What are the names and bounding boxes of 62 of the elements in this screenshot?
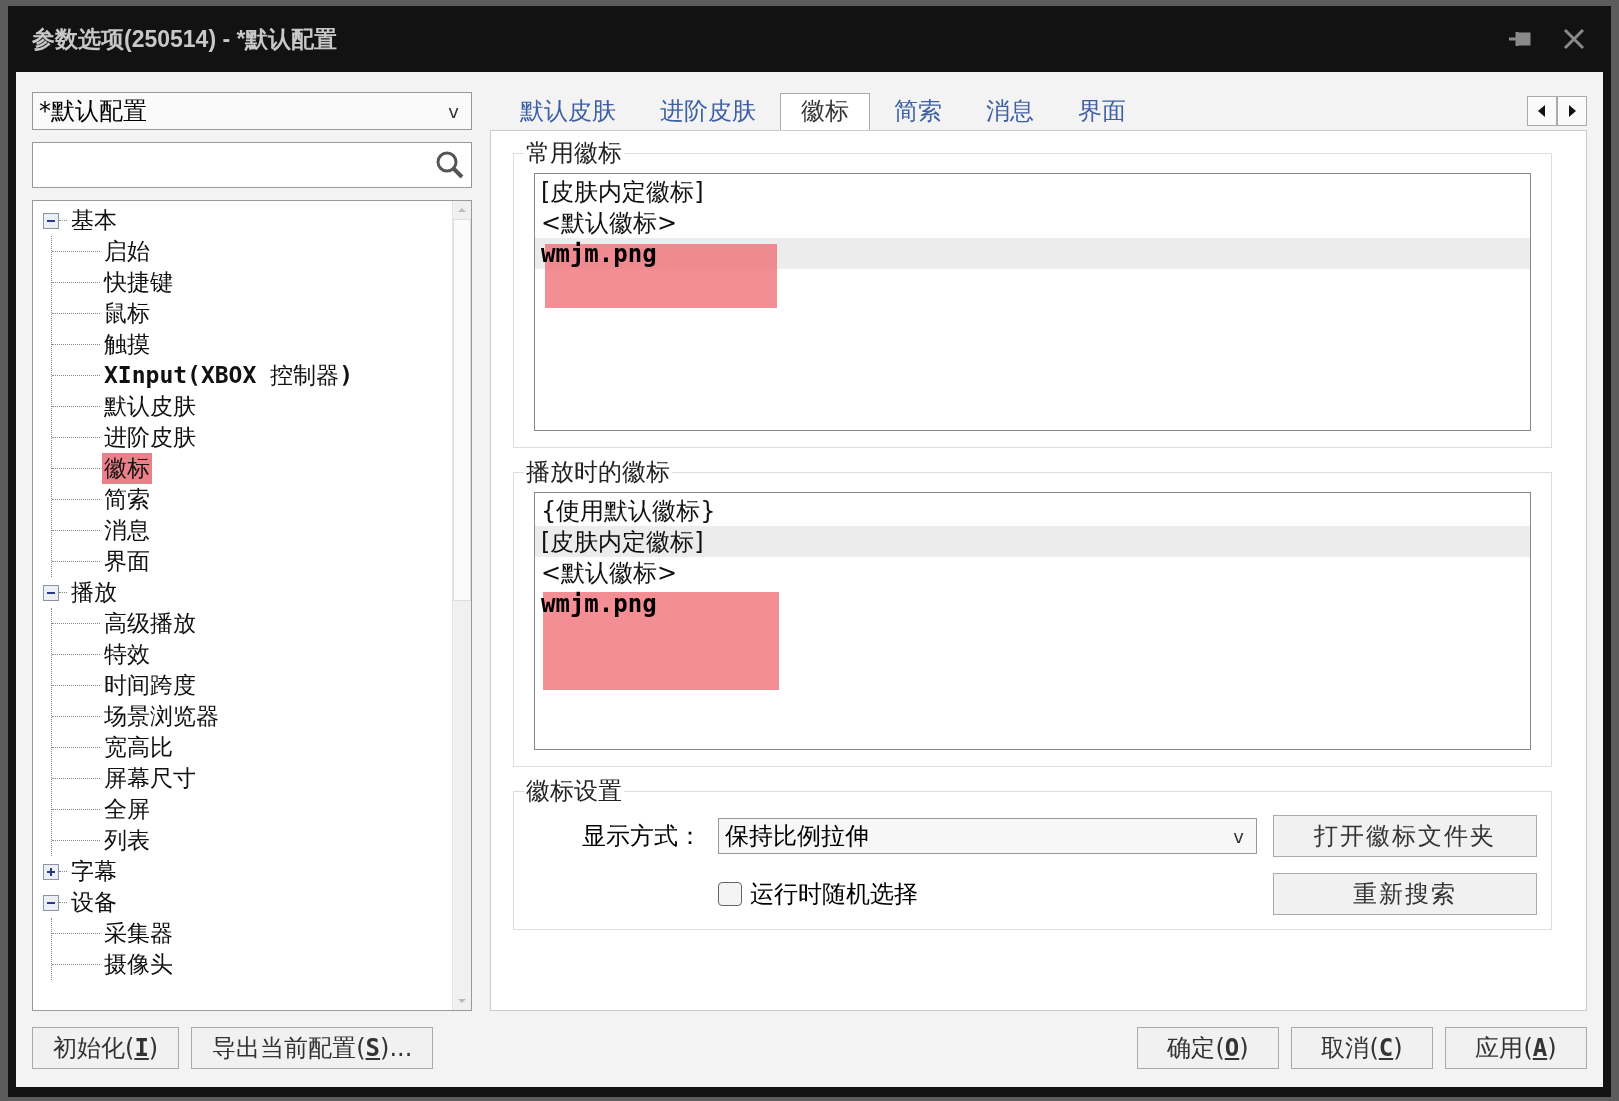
tree-item[interactable]: 字幕 <box>69 856 119 887</box>
group-title: 播放时的徽标 <box>525 457 671 488</box>
tree-item[interactable]: 特效 <box>102 639 152 670</box>
tree-item[interactable]: 简索 <box>102 484 152 515</box>
tree-item[interactable]: 全屏 <box>102 794 152 825</box>
tree-item[interactable]: 基本 <box>69 205 119 236</box>
tree-item[interactable]: 播放 <box>69 577 119 608</box>
tab[interactable]: 界面 <box>1058 94 1146 130</box>
group-title: 常用徽标 <box>525 138 623 169</box>
tab[interactable]: 简索 <box>874 94 962 130</box>
tree-item[interactable]: 时间跨度 <box>102 670 198 701</box>
tab[interactable]: 消息 <box>966 94 1054 130</box>
tree-item[interactable]: 默认皮肤 <box>102 391 198 422</box>
collapse-icon[interactable] <box>43 584 59 601</box>
field-label: 显示方式： <box>581 821 702 852</box>
list-item[interactable]: [皮肤内定徽标] <box>535 176 1530 207</box>
window-title: 参数选项(250514) - *默认配置 <box>32 24 338 54</box>
list-item[interactable]: wmjm.png <box>535 588 1530 619</box>
collapse-icon[interactable] <box>43 894 59 911</box>
group-title: 徽标设置 <box>525 776 623 807</box>
scroll-left-icon[interactable] <box>1527 96 1557 126</box>
list-item[interactable]: [皮肤内定徽标] <box>535 526 1530 557</box>
checkbox[interactable] <box>718 882 742 906</box>
tree-item[interactable]: 消息 <box>102 515 152 546</box>
tab[interactable]: 徽标 <box>780 93 870 130</box>
tree-item[interactable]: 采集器 <box>102 918 175 949</box>
open-folder-button[interactable]: 打开徽标文件夹 <box>1273 815 1537 857</box>
tree-item[interactable]: 列表 <box>102 825 152 856</box>
tree-item[interactable]: 触摸 <box>102 329 152 360</box>
tree-item[interactable]: 屏幕尺寸 <box>102 763 198 794</box>
tab[interactable]: 默认皮肤 <box>500 94 636 130</box>
tree-item[interactable]: 界面 <box>102 546 152 577</box>
list-item[interactable]: <默认徽标> <box>535 557 1530 588</box>
footer-button[interactable]: 应用(A) <box>1445 1027 1587 1069</box>
footer-button[interactable]: 初始化(I) <box>32 1027 180 1069</box>
list-item[interactable]: <默认徽标> <box>535 207 1530 238</box>
footer-button[interactable]: 确定(O) <box>1137 1027 1279 1069</box>
tree-item[interactable]: 鼠标 <box>102 298 152 329</box>
collapse-icon[interactable] <box>43 212 59 229</box>
tree-item[interactable]: 设备 <box>69 887 119 918</box>
scroll-right-icon[interactable] <box>1557 96 1587 126</box>
tree-item[interactable]: 徽标 <box>102 453 152 484</box>
footer-button[interactable]: 取消(C) <box>1291 1027 1433 1069</box>
expand-icon[interactable] <box>43 863 59 880</box>
display-mode-dropdown[interactable]: 保持比例拉伸 v <box>718 818 1257 854</box>
tree-item[interactable]: 启始 <box>102 236 152 267</box>
tree-item[interactable]: 宽高比 <box>102 732 175 763</box>
list-item[interactable]: {使用默认徽标} <box>535 495 1530 526</box>
profile-dropdown[interactable]: *默认配置 v <box>32 92 472 130</box>
rescan-button[interactable]: 重新搜索 <box>1273 873 1537 915</box>
tree-item[interactable]: 摄像头 <box>102 949 175 980</box>
tree-item[interactable]: 场景浏览器 <box>102 701 221 732</box>
tab[interactable]: 进阶皮肤 <box>640 94 776 130</box>
checkbox-label: 运行时随机选择 <box>750 879 918 910</box>
tree-item[interactable]: XInput(XBOX 控制器) <box>102 360 356 391</box>
close-icon[interactable] <box>1563 28 1585 50</box>
tree-item[interactable]: 高级播放 <box>102 608 198 639</box>
search-icon[interactable] <box>435 150 465 180</box>
search-field[interactable] <box>32 142 472 188</box>
tree-item[interactable]: 进阶皮肤 <box>102 422 198 453</box>
tree-item[interactable]: 快捷键 <box>102 267 175 298</box>
footer-button[interactable]: 导出当前配置(S)... <box>191 1027 434 1069</box>
